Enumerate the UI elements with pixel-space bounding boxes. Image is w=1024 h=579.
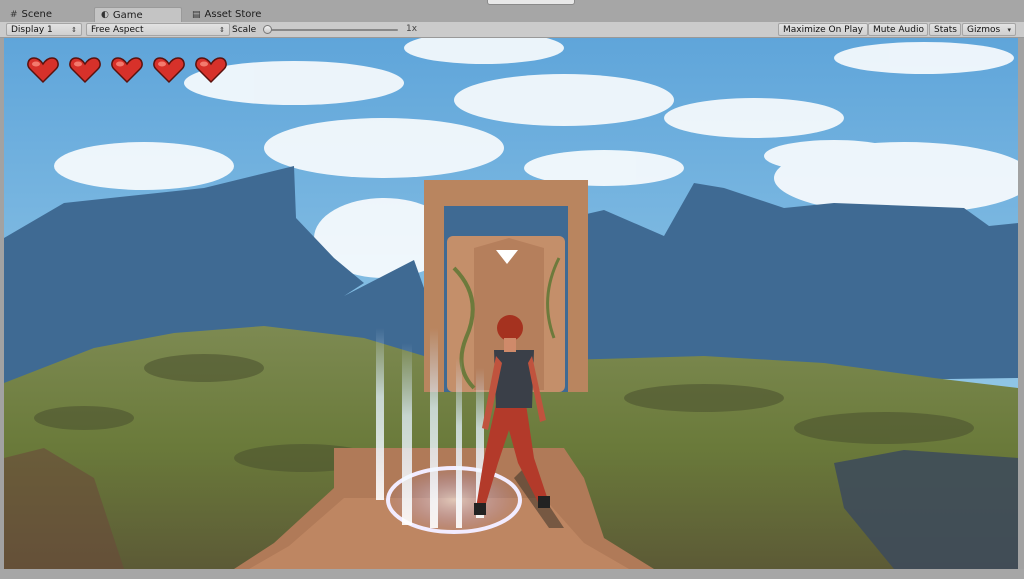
aspect-dropdown[interactable]: Free Aspect ⇕ — [86, 23, 230, 36]
scale-value: 1x — [406, 24, 418, 34]
heart-icon — [111, 57, 143, 84]
store-icon: ▤ — [192, 9, 201, 20]
tab-game-label: Game — [112, 9, 143, 21]
scale-slider-track[interactable] — [268, 29, 398, 31]
chevron-updown-icon: ⇕ — [219, 25, 225, 34]
tab-scene[interactable]: # Scene — [4, 7, 92, 22]
chevron-down-icon: ▾ — [1007, 25, 1011, 34]
scale-label: Scale — [232, 24, 257, 35]
heart-icon — [69, 57, 101, 84]
scale-control: Scale 1x — [232, 23, 422, 36]
display-dropdown[interactable]: Display 1 ⇕ — [6, 23, 82, 36]
tab-asset-store[interactable]: ▤ Asset Store — [186, 7, 276, 22]
heart-icon — [27, 57, 59, 84]
mute-audio-toggle[interactable]: Mute Audio — [868, 23, 928, 36]
heart-icon — [195, 57, 227, 84]
maximize-on-play-toggle[interactable]: Maximize On Play — [778, 23, 868, 36]
chevron-updown-icon: ⇕ — [71, 25, 77, 34]
heart-icon — [153, 57, 185, 84]
grid-icon: # — [10, 9, 18, 20]
window-drag-handle[interactable] — [487, 0, 575, 5]
tab-asset-store-label: Asset Store — [204, 9, 262, 20]
tab-scene-label: Scene — [21, 9, 53, 20]
stats-label: Stats — [934, 24, 957, 35]
game-viewport[interactable] — [4, 38, 1018, 569]
aspect-dropdown-label: Free Aspect — [91, 24, 144, 35]
mute-audio-label: Mute Audio — [873, 24, 924, 35]
maximize-on-play-label: Maximize On Play — [783, 24, 863, 35]
gizmos-dropdown[interactable]: Gizmos ▾ — [962, 23, 1016, 36]
editor-tab-bar: # Scene ◐ Game ▤ Asset Store — [0, 0, 1024, 22]
game-view-toolbar: Display 1 ⇕ Free Aspect ⇕ Scale 1x Maxim… — [0, 22, 1024, 38]
stats-toggle[interactable]: Stats — [929, 23, 961, 36]
window-bottom-edge — [0, 569, 1024, 579]
pacman-icon: ◐ — [101, 10, 109, 20]
scale-slider-knob[interactable] — [263, 25, 272, 34]
tab-game[interactable]: ◐ Game — [94, 7, 182, 22]
gizmos-label: Gizmos — [967, 24, 1001, 35]
game-scene — [4, 38, 1018, 569]
display-dropdown-label: Display 1 — [11, 24, 53, 35]
health-hearts — [26, 56, 228, 84]
